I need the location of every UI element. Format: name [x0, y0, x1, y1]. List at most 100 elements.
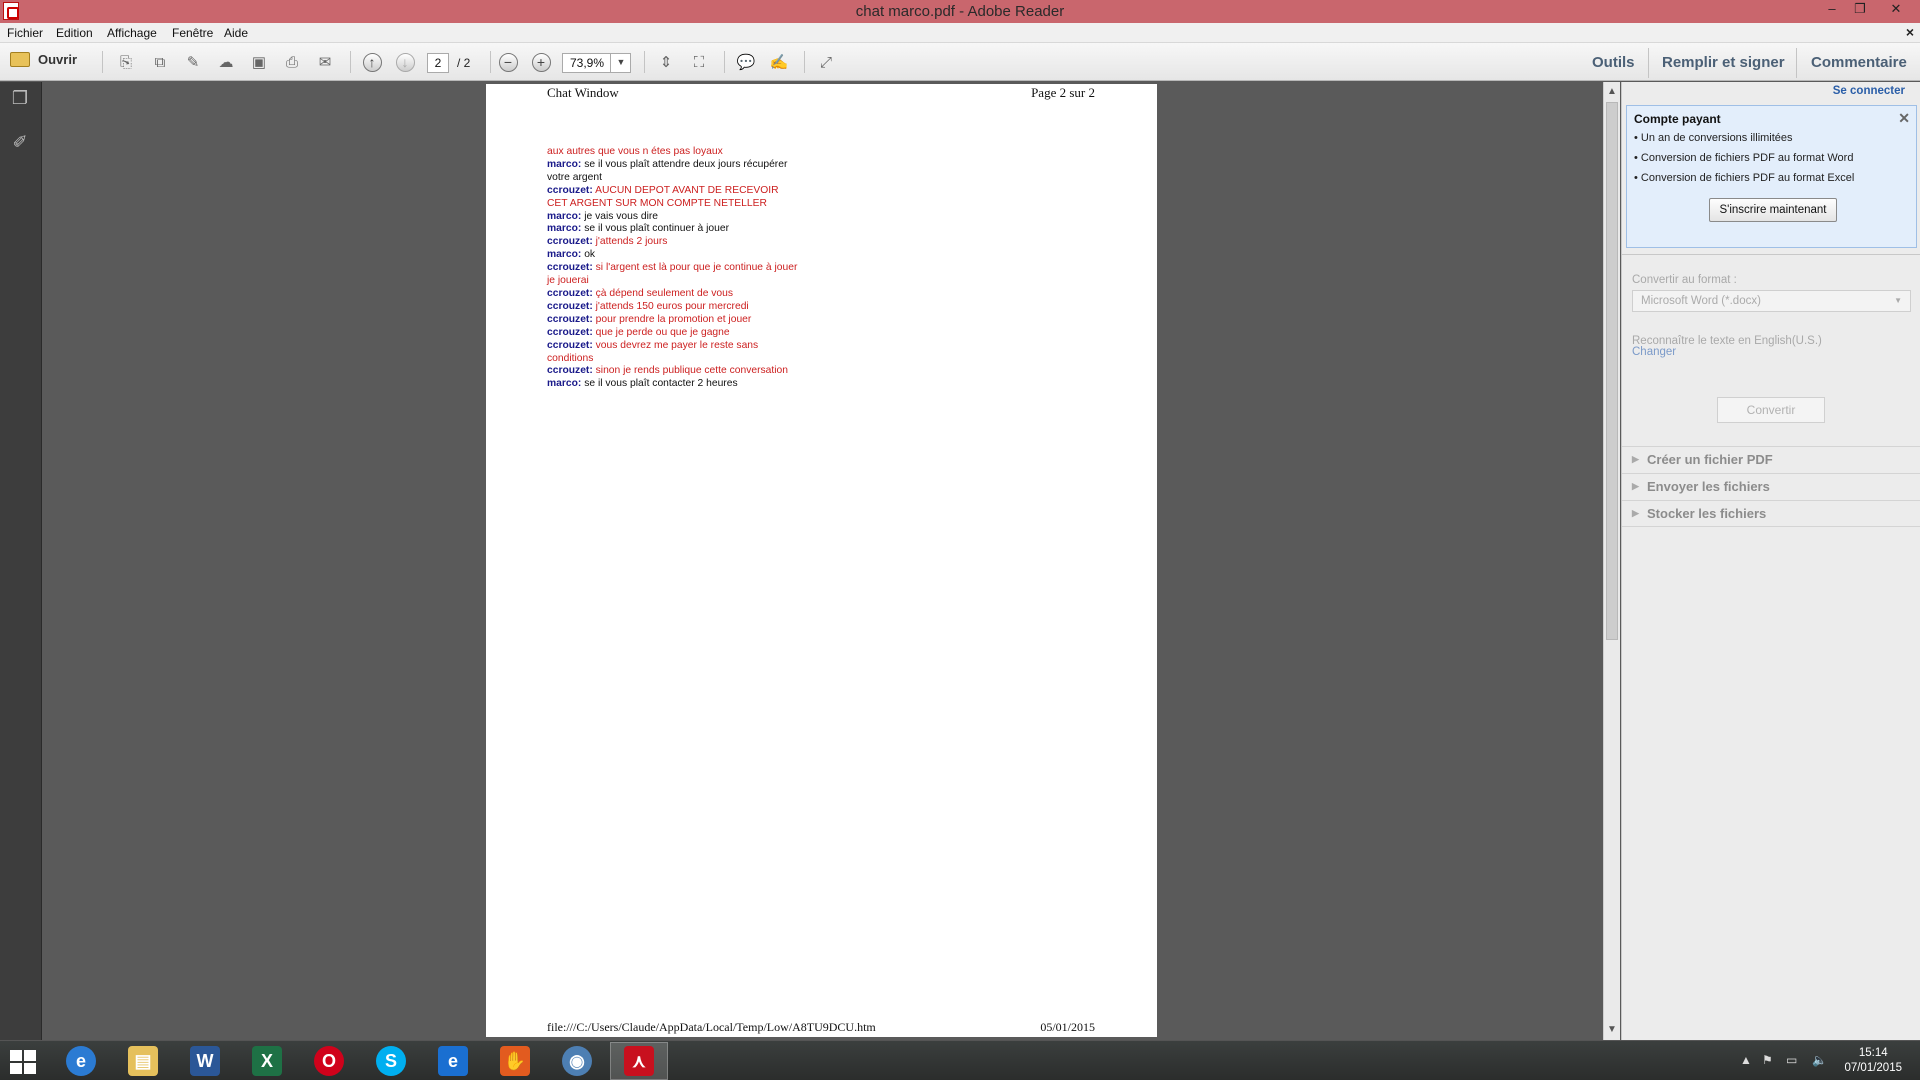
section-create-pdf[interactable]: ▶ Créer un fichier PDF	[1622, 446, 1920, 473]
windows-start-icon[interactable]	[10, 1050, 36, 1074]
menu-fenetre[interactable]: Fenêtre	[172, 26, 213, 40]
menu-bar: Fichier Edition Affichage Fenêtre Aide ×	[0, 23, 1920, 43]
previous-page-button[interactable]: ↑	[360, 51, 384, 73]
page-thumbnails-icon[interactable]: ❐	[10, 88, 30, 110]
folder-icon	[10, 52, 30, 67]
full-screen-icon[interactable]: ⤢	[814, 51, 838, 73]
zoom-out-button[interactable]: −	[496, 51, 520, 73]
save-icon[interactable]: ▣	[247, 51, 271, 73]
taskbar-adobe-reader[interactable]: ⋏	[610, 1042, 668, 1080]
section-send-files[interactable]: ▶ Envoyer les fichiers	[1622, 473, 1920, 500]
taskbar: e ▤ W X O S e ✋ ◉ ⋏ ▲ ⚑ ▭ 🔈 15:14 07/01/…	[0, 1040, 1920, 1080]
highlight-icon[interactable]: ✍	[767, 51, 791, 73]
taskbar-internet-explorer-2[interactable]: e	[424, 1042, 482, 1080]
scrollbar-thumb[interactable]	[1606, 102, 1618, 640]
tab-commentaire[interactable]: Commentaire	[1811, 54, 1907, 71]
zoom-in-button[interactable]: +	[529, 51, 553, 73]
toolbar-separator	[644, 51, 645, 73]
create-pdf-icon[interactable]: ⎘	[114, 51, 138, 73]
chat-line: je jouerai	[547, 275, 847, 288]
scroll-down-arrow-icon[interactable]: ▼	[1604, 1022, 1620, 1038]
next-page-button[interactable]: ↓	[393, 51, 417, 73]
menu-aide[interactable]: Aide	[224, 26, 248, 40]
tab-separator	[1648, 48, 1649, 78]
network-icon[interactable]: ▭	[1786, 1053, 1797, 1067]
menu-edition[interactable]: Edition	[56, 26, 93, 40]
close-icon[interactable]: ✕	[1898, 110, 1910, 127]
pdf-page: Chat Window Page 2 sur 2 aux autres que …	[486, 84, 1157, 1037]
comment-bubble-icon[interactable]: 💬	[734, 51, 758, 73]
taskbar-app-globe[interactable]: ◉	[548, 1042, 606, 1080]
close-document-button[interactable]: ×	[1906, 24, 1914, 40]
section-label: Créer un fichier PDF	[1647, 452, 1773, 467]
window-title: chat marco.pdf - Adobe Reader	[855, 3, 1065, 20]
convert-format-select[interactable]: Microsoft Word (*.docx) ▼	[1632, 290, 1911, 312]
taskbar-skype[interactable]: S	[362, 1042, 420, 1080]
chat-line: marco: ok	[547, 249, 847, 262]
taskbar-word[interactable]: W	[176, 1042, 234, 1080]
chat-speaker: ccrouzet:	[547, 313, 593, 325]
page-number-input[interactable]: 2	[427, 53, 449, 73]
sign-in-link[interactable]: Se connecter	[1833, 85, 1905, 97]
chat-line: marco: je vais vous dire	[547, 211, 847, 224]
combine-files-icon[interactable]: ⧉	[148, 51, 172, 73]
taskbar-file-explorer[interactable]: ▤	[114, 1042, 172, 1080]
taskbar-excel[interactable]: X	[238, 1042, 296, 1080]
minimize-button[interactable]: –	[1818, 0, 1846, 20]
vertical-scrollbar[interactable]: ▲ ▼	[1603, 82, 1620, 1040]
file-explorer-icon: ▤	[128, 1046, 158, 1076]
chat-message: se il vous plaît attendre deux jours réc…	[581, 158, 788, 170]
print-icon[interactable]: ⎙	[280, 51, 304, 73]
taskbar-opera[interactable]: O	[300, 1042, 358, 1080]
change-language-link[interactable]: Changer	[1632, 346, 1676, 358]
chat-message: ok	[581, 249, 596, 261]
taskbar-internet-explorer[interactable]: e	[52, 1042, 110, 1080]
promo-item: • Conversion de fichiers PDF au format W…	[1634, 152, 1854, 164]
open-button[interactable]: Ouvrir	[10, 52, 77, 67]
subscribe-button[interactable]: S'inscrire maintenant	[1709, 198, 1837, 222]
edit-pdf-icon[interactable]: ✎	[181, 51, 205, 73]
system-clock[interactable]: 15:14 07/01/2015	[1844, 1046, 1902, 1076]
fit-width-icon[interactable]: ⇕	[654, 51, 678, 73]
fit-page-icon[interactable]: ⛶	[687, 51, 711, 73]
chat-message: pour prendre la promotion et jouer	[592, 313, 752, 325]
chat-speaker: ccrouzet:	[547, 184, 593, 196]
taskbar-app-orange[interactable]: ✋	[486, 1042, 544, 1080]
chat-speaker: marco:	[547, 223, 582, 235]
scroll-up-arrow-icon[interactable]: ▲	[1604, 84, 1620, 100]
convert-button[interactable]: Convertir	[1717, 397, 1825, 423]
restore-button[interactable]: ❐	[1846, 0, 1874, 20]
hand-app-icon: ✋	[500, 1046, 530, 1076]
menu-fichier[interactable]: Fichier	[7, 26, 43, 40]
chat-speaker: ccrouzet:	[547, 300, 593, 312]
section-label: Envoyer les fichiers	[1647, 479, 1770, 494]
toolbar-separator	[102, 51, 103, 73]
opera-icon: O	[314, 1046, 344, 1076]
chat-message: conditions	[547, 352, 594, 364]
toolbar-separator	[724, 51, 725, 73]
zoom-dropdown-chevron-icon[interactable]: ▼	[610, 53, 631, 73]
tab-outils[interactable]: Outils	[1592, 54, 1635, 71]
promo-item: • Un an de conversions illimitées	[1634, 132, 1793, 144]
convert-format-value: Microsoft Word (*.docx)	[1641, 295, 1761, 307]
email-icon[interactable]: ✉	[313, 51, 337, 73]
title-bar: chat marco.pdf - Adobe Reader – ❐ ✕	[0, 0, 1920, 23]
internet-explorer-icon: e	[438, 1046, 468, 1076]
chat-transcript: aux autres que vous n étes pas loyaux mar…	[547, 146, 847, 391]
close-window-button[interactable]: ✕	[1882, 0, 1910, 20]
excel-icon: X	[252, 1046, 282, 1076]
arrow-up-icon: ↑	[362, 52, 382, 72]
chat-line: marco: se il vous plaît continuer à joue…	[547, 223, 847, 236]
chat-speaker: ccrouzet:	[547, 339, 593, 351]
attachments-paperclip-icon[interactable]: ✐	[10, 132, 30, 154]
tab-remplir-et-signer[interactable]: Remplir et signer	[1662, 54, 1785, 71]
page-header-title: Chat Window	[547, 85, 619, 100]
chat-speaker: marco:	[547, 158, 582, 170]
volume-icon[interactable]: 🔈	[1812, 1053, 1827, 1067]
upload-cloud-icon[interactable]: ☁	[214, 51, 238, 73]
show-hidden-icons-chevron-icon[interactable]: ▲	[1740, 1053, 1752, 1067]
page-footer-path: file:///C:/Users/Claude/AppData/Local/Te…	[547, 1020, 876, 1034]
menu-affichage[interactable]: Affichage	[107, 26, 157, 40]
action-center-flag-icon[interactable]: ⚑	[1762, 1053, 1773, 1067]
section-store-files[interactable]: ▶ Stocker les fichiers	[1622, 500, 1920, 527]
